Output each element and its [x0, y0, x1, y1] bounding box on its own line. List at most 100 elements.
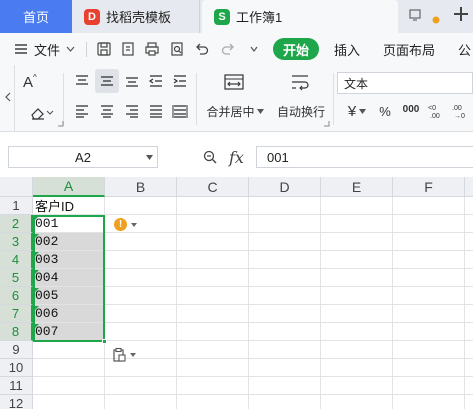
export-icon[interactable] — [119, 40, 137, 58]
decrease-decimal-icon[interactable]: .00 →0 — [450, 101, 470, 121]
tab-template-label: 找稻壳模板 — [106, 10, 172, 25]
save-icon[interactable] — [95, 40, 113, 58]
align-bottom-icon[interactable] — [122, 71, 142, 91]
column-header-f[interactable]: F — [393, 177, 465, 197]
cell-a10[interactable] — [33, 359, 105, 377]
select-all-corner[interactable] — [0, 177, 33, 197]
row-header-11[interactable]: 11 — [0, 377, 33, 395]
row-header-5[interactable]: 5 — [0, 269, 33, 287]
docer-logo-icon: D — [84, 8, 100, 25]
menu-insert[interactable]: 插入 — [334, 33, 360, 65]
row-header-1[interactable]: 1 — [0, 197, 33, 215]
clear-format-icon[interactable] — [28, 103, 56, 123]
column-header-c[interactable]: C — [177, 177, 249, 197]
window-mode-icon[interactable] — [408, 8, 422, 25]
auto-wrap-button[interactable]: 自动换行 — [272, 101, 330, 121]
column-header-e[interactable]: E — [321, 177, 393, 197]
cell-a1[interactable]: 客户ID — [33, 197, 105, 215]
cell-a3[interactable]: 002 — [33, 233, 105, 251]
undo-icon[interactable] — [193, 40, 211, 58]
error-check-button[interactable]: ! — [114, 218, 137, 231]
cell-a6[interactable]: 005 — [33, 287, 105, 305]
cell-a5[interactable]: 004 — [33, 269, 105, 287]
text-number-marker-icon — [34, 252, 39, 257]
currency-format-button[interactable]: ¥ — [342, 101, 372, 121]
percent-format-button[interactable]: % — [376, 101, 394, 121]
auto-wrap-icon[interactable] — [288, 71, 312, 93]
ribbon-scroll-left-icon[interactable] — [3, 87, 13, 107]
row-header-10[interactable]: 10 — [0, 359, 33, 377]
menu-file[interactable]: 文件 — [14, 33, 75, 65]
increase-indent-icon[interactable] — [170, 71, 190, 91]
print-preview-icon[interactable] — [168, 40, 186, 58]
align-center-icon[interactable] — [97, 101, 117, 121]
menu-formula[interactable]: 公 — [458, 33, 471, 65]
warning-icon: ! — [114, 218, 127, 231]
thousands-separator-button[interactable]: 000 — [399, 99, 423, 119]
column-header-d[interactable]: D — [249, 177, 321, 197]
svg-text:A: A — [23, 74, 33, 90]
text-number-marker-icon — [34, 288, 39, 293]
decrease-indent-icon[interactable] — [146, 71, 166, 91]
font-dialog-launcher-icon[interactable] — [56, 119, 64, 127]
align-top-icon[interactable] — [72, 71, 92, 91]
unsaved-dot-icon — [432, 11, 440, 27]
menu-page-layout[interactable]: 页面布局 — [383, 33, 435, 65]
cell-a4[interactable]: 003 — [33, 251, 105, 269]
number-format-select[interactable]: 文本 — [337, 72, 473, 94]
tab-home-label: 首页 — [22, 10, 49, 25]
distributed-align-icon[interactable] — [170, 101, 190, 121]
row-header-6[interactable]: 6 — [0, 287, 33, 305]
merge-center-button[interactable]: 合并居中 — [203, 101, 267, 121]
spreadsheet-grid: A B C D E F 1 2 3 4 5 6 7 8 9 10 11 12 客… — [0, 177, 473, 409]
tab-workbook-label: 工作簿1 — [236, 10, 283, 25]
quick-access-more-icon[interactable] — [245, 40, 263, 58]
column-header-b[interactable]: B — [105, 177, 177, 197]
column-header-a[interactable]: A — [33, 177, 105, 197]
cell-a11[interactable] — [33, 377, 105, 395]
tab-home[interactable]: 首页 — [0, 0, 72, 33]
merge-center-label: 合并居中 — [206, 104, 255, 119]
name-box[interactable]: A2 — [8, 146, 158, 168]
zoom-search-icon[interactable] — [201, 148, 219, 166]
chevron-down-icon — [130, 353, 136, 357]
redo-icon[interactable] — [219, 40, 237, 58]
empty-cells-grid[interactable] — [105, 197, 473, 409]
row-header-12[interactable]: 12 — [0, 395, 33, 409]
cell-a12[interactable] — [33, 395, 105, 409]
row-header-9[interactable]: 9 — [0, 341, 33, 359]
align-right-icon[interactable] — [122, 101, 142, 121]
fx-insert-function-button[interactable]: fx — [229, 146, 244, 168]
tab-workbook[interactable]: S 工作簿1 — [202, 0, 398, 33]
row-header-2[interactable]: 2 — [0, 215, 33, 233]
fill-handle[interactable] — [102, 339, 107, 344]
menu-start[interactable]: 开始 — [273, 38, 319, 60]
row-header-4[interactable]: 4 — [0, 251, 33, 269]
svg-text:^: ^ — [33, 73, 37, 82]
row-header-7[interactable]: 7 — [0, 305, 33, 323]
new-tab-plus-icon[interactable] — [452, 5, 470, 29]
paste-options-button[interactable] — [111, 346, 137, 364]
alignment-dialog-launcher-icon[interactable] — [322, 119, 330, 127]
cell-a8[interactable]: 007 — [33, 323, 105, 341]
cell-a7[interactable]: 006 — [33, 305, 105, 323]
formula-input[interactable]: 001 — [256, 146, 473, 168]
text-number-marker-icon — [34, 216, 39, 221]
align-middle-icon[interactable] — [95, 69, 119, 93]
text-number-marker-icon — [34, 324, 39, 329]
tab-template[interactable]: D 找稻壳模板 — [74, 0, 200, 33]
row-header-8[interactable]: 8 — [0, 323, 33, 341]
justify-icon[interactable] — [146, 101, 166, 121]
column-header-g[interactable] — [465, 177, 473, 197]
align-left-icon[interactable] — [72, 101, 92, 121]
increase-decimal-icon[interactable]: <0.00 — [426, 101, 446, 121]
text-number-marker-icon — [34, 270, 39, 275]
cell-a2[interactable]: 001 — [33, 215, 105, 233]
merge-center-icon[interactable] — [222, 71, 246, 93]
cell-a9[interactable] — [33, 341, 105, 359]
row-header-3[interactable]: 3 — [0, 233, 33, 251]
font-size-increase-icon[interactable]: A ^ — [20, 71, 42, 91]
hamburger-icon — [14, 43, 28, 55]
print-icon[interactable] — [143, 40, 161, 58]
svg-text:→0: →0 — [454, 113, 465, 119]
